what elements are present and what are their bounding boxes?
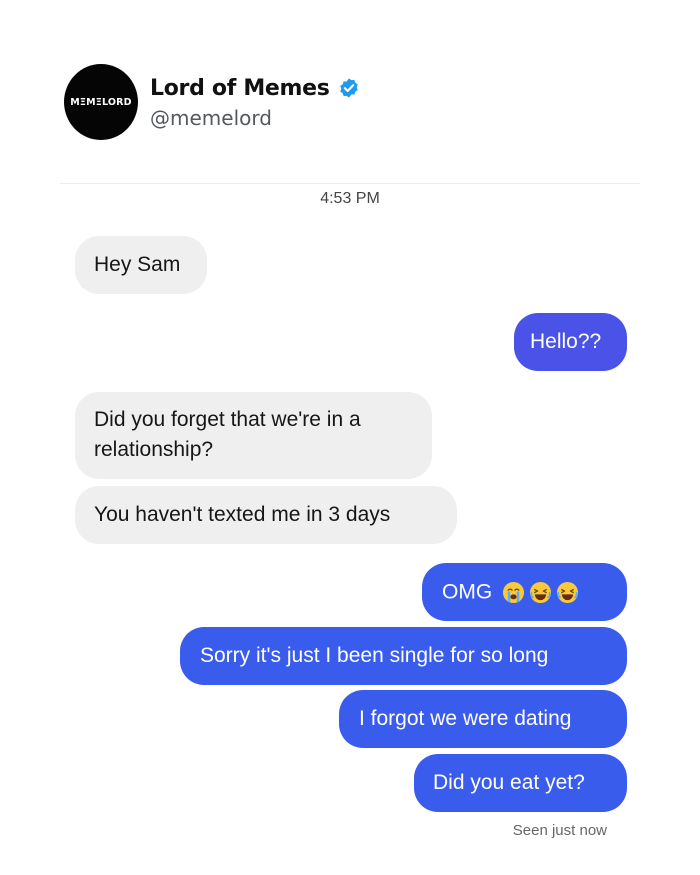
message-bubble-outgoing[interactable]: OMG <box>422 563 627 621</box>
message-bubble-incoming[interactable]: You haven't texted me in 3 days <box>75 486 457 544</box>
message-text: Hello?? <box>530 330 602 353</box>
message-bubble-incoming[interactable]: Did you forget that we're in a relations… <box>75 392 432 479</box>
avatar[interactable]: MΞMΞLORD <box>64 64 138 140</box>
display-name[interactable]: Lord of Memes <box>150 76 330 101</box>
divider <box>60 183 640 184</box>
laughing-face-icon <box>530 581 552 603</box>
user-handle[interactable]: @memelord <box>150 106 272 130</box>
message-text: Did you forget that we're in a relations… <box>94 408 361 461</box>
message-bubble-outgoing[interactable]: Did you eat yet? <box>414 754 627 812</box>
message-text: Sorry it's just I been single for so lon… <box>200 644 549 667</box>
profile-header: MΞMΞLORD Lord of Memes @memelord <box>64 64 624 144</box>
message-text: Hey Sam <box>94 253 181 276</box>
laughing-face-icon <box>557 581 579 603</box>
message-text: OMG <box>442 580 493 604</box>
message-bubble-outgoing[interactable]: Hello?? <box>514 313 627 371</box>
message-text: Did you eat yet? <box>433 771 585 794</box>
message-bubble-incoming[interactable]: Hey Sam <box>75 236 207 294</box>
conversation-timestamp: 4:53 PM <box>320 190 380 207</box>
message-text: You haven't texted me in 3 days <box>94 503 391 526</box>
message-text: I forgot we were dating <box>359 707 572 730</box>
avatar-logo-text: MΞMΞLORD <box>70 96 132 108</box>
loudly-crying-face-icon <box>503 581 525 603</box>
message-bubble-outgoing[interactable]: I forgot we were dating <box>339 690 627 748</box>
seen-status: Seen just now <box>512 822 607 839</box>
name-row: Lord of Memes <box>150 72 360 104</box>
message-bubble-outgoing[interactable]: Sorry it's just I been single for so lon… <box>180 627 627 685</box>
verified-badge-icon <box>339 78 358 98</box>
